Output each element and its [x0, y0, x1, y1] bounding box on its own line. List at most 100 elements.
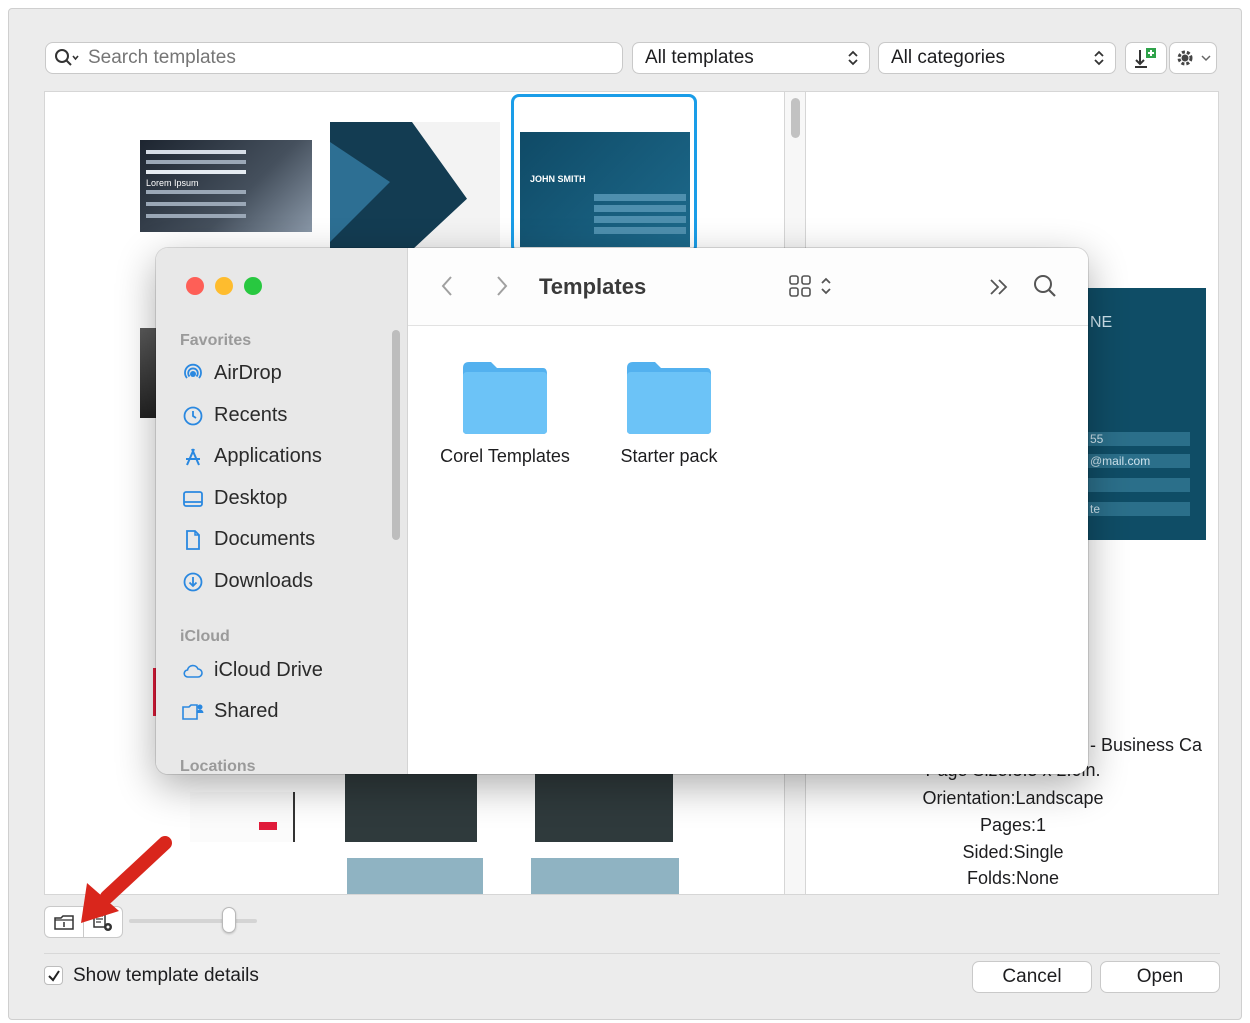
sidebar-item-desktop[interactable]: Desktop: [182, 487, 287, 510]
template-thumbnail[interactable]: [535, 772, 673, 842]
sidebar-item-label: Recents: [214, 404, 288, 426]
thumbnail-shape: [412, 122, 500, 250]
sidebar-item-documents[interactable]: Documents: [182, 528, 315, 551]
cloud-icon: [183, 664, 203, 678]
zoom-window-button[interactable]: [244, 277, 262, 295]
updown-chevron-icon: [848, 50, 858, 66]
categories-filter-label: All categories: [891, 47, 1006, 68]
business-card-thumbnail: JOHN SMITH: [520, 132, 690, 247]
sidebar-item-recents[interactable]: Recents: [182, 404, 287, 427]
preview-text: 55: [1090, 432, 1104, 446]
forward-button[interactable]: [495, 274, 509, 305]
chevron-left-icon: [441, 276, 452, 296]
sidebar-section-favorites: Favorites: [180, 332, 252, 349]
sidebar-item-label: iCloud Drive: [214, 659, 323, 681]
template-thumbnail[interactable]: [531, 858, 679, 894]
template-thumbnail[interactable]: Lorem Ipsum: [140, 140, 312, 232]
shared-folder-icon: [182, 703, 204, 720]
import-icon: [1135, 48, 1156, 68]
sidebar-item-applications[interactable]: Applications: [182, 445, 322, 468]
sidebar-item-shared[interactable]: Shared: [182, 700, 279, 723]
sidebar-section-icloud: iCloud: [180, 628, 230, 645]
bottom-divider: [44, 953, 1220, 954]
finder-search-button[interactable]: [1032, 273, 1058, 304]
download-icon: [183, 572, 203, 591]
updown-chevron-icon: [821, 277, 831, 295]
gallery-scroll-thumb[interactable]: [791, 98, 800, 138]
sidebar-item-label: Shared: [214, 700, 279, 722]
open-button[interactable]: Open: [1100, 961, 1220, 993]
sidebar-item-label: Documents: [214, 528, 316, 550]
selected-template-thumbnail[interactable]: JOHN SMITH: [511, 94, 697, 254]
document-icon: [186, 529, 200, 550]
thumbnail-accent: [259, 822, 277, 830]
search-icon: [1034, 275, 1056, 297]
updown-chevron-icon: [1094, 50, 1104, 66]
preview-text: @mail.com: [1090, 454, 1151, 468]
detail-pages: Pages:1: [979, 815, 1047, 835]
thumbnail-title: Lorem Ipsum: [146, 178, 199, 188]
detail-folds: Folds:None: [966, 868, 1060, 888]
gear-icon: [1177, 50, 1193, 66]
cancel-button[interactable]: Cancel: [972, 961, 1092, 993]
search-icon: [55, 49, 79, 66]
search-field[interactable]: [45, 42, 623, 74]
folder-label: Corel Templates: [440, 446, 570, 466]
template-thumbnail[interactable]: [345, 772, 477, 842]
window-controls: [186, 277, 262, 295]
template-thumbnail[interactable]: [190, 792, 295, 842]
preview-row: [1086, 502, 1190, 516]
detail-orientation: Orientation:Landscape: [922, 788, 1104, 808]
categories-filter-select[interactable]: All categories: [878, 42, 1116, 74]
applications-icon: [186, 448, 200, 465]
back-button[interactable]: [440, 274, 454, 305]
folder-icon: [627, 362, 711, 434]
template-thumbnail[interactable]: [330, 122, 500, 250]
desktop-icon: [183, 490, 203, 507]
view-mode-button[interactable]: [788, 274, 832, 298]
finder-title: Templates: [539, 274, 647, 299]
sidebar-item-airdrop[interactable]: AirDrop: [182, 362, 282, 385]
sidebar-item-icloud-drive[interactable]: iCloud Drive: [182, 659, 323, 682]
sidebar-section-locations: Locations: [180, 758, 256, 774]
preview-text: NE: [1090, 314, 1113, 331]
show-details-checkbox[interactable]: [44, 966, 63, 985]
folder-label: Starter pack: [620, 446, 718, 466]
settings-menu-button[interactable]: [1169, 42, 1217, 74]
thumbnail-text-lines: [146, 150, 246, 154]
chevron-right-icon: [497, 276, 508, 296]
templates-filter-select[interactable]: All templates: [632, 42, 870, 74]
checkmark-icon: [47, 969, 60, 982]
folder-icon: [463, 362, 547, 434]
finder-sidebar: Favorites AirDrop Recents Applications D…: [156, 248, 408, 774]
red-arrow-annotation: [81, 836, 172, 923]
template-name: - Business Ca: [1090, 735, 1203, 755]
sidebar-item-label: AirDrop: [214, 362, 282, 384]
zoom-slider-thumb[interactable]: [221, 907, 236, 933]
thumbnail-shape: [330, 142, 390, 242]
finder-window: Favorites AirDrop Recents Applications D…: [156, 248, 1088, 774]
sidebar-scrollbar[interactable]: [392, 330, 400, 540]
folder-item[interactable]: Starter pack: [589, 358, 749, 467]
sidebar-item-label: Downloads: [214, 570, 313, 592]
import-template-button[interactable]: [1125, 42, 1167, 74]
search-input[interactable]: [88, 47, 568, 69]
finder-toolbar: Templates: [408, 248, 1088, 326]
sidebar-item-downloads[interactable]: Downloads: [182, 570, 313, 593]
minimize-window-button[interactable]: [215, 277, 233, 295]
chevron-down-icon: [1201, 55, 1211, 62]
more-toolbar-button[interactable]: [988, 276, 1010, 303]
template-thumbnail[interactable]: [347, 858, 483, 894]
sidebar-item-label: Desktop: [214, 487, 288, 509]
double-chevron-right-icon: [990, 279, 1008, 295]
sidebar-item-label: Applications: [214, 445, 322, 467]
preview-row: [1086, 478, 1190, 492]
close-window-button[interactable]: [186, 277, 204, 295]
grid-view-icon: [789, 275, 811, 297]
show-details-label: Show template details: [73, 965, 259, 986]
detail-sided: Sided:Single: [962, 842, 1064, 862]
airdrop-icon: [184, 363, 202, 379]
clock-icon: [183, 406, 203, 425]
folder-item[interactable]: Corel Templates: [425, 358, 585, 467]
template-preview: NE 55 @mail.com te: [1086, 288, 1206, 540]
